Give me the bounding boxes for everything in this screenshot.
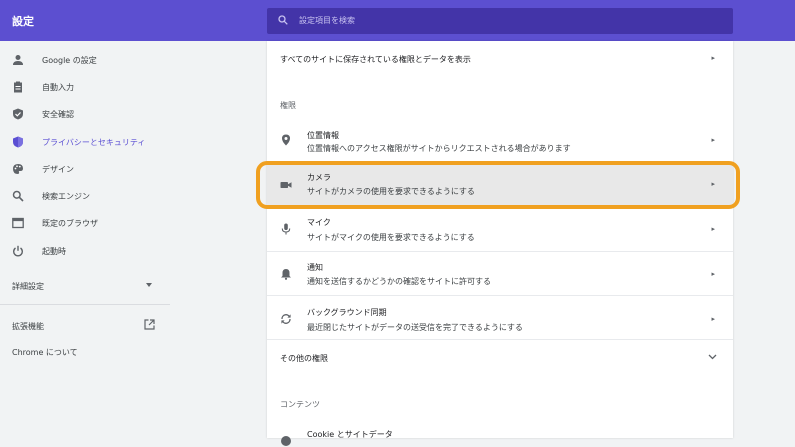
permission-title: 位置情報 xyxy=(307,131,339,140)
sidebar-item-label: プライバシーとセキュリティ xyxy=(42,138,146,147)
sidebar-about-chrome[interactable]: Chrome について xyxy=(12,347,78,358)
permission-title: マイク xyxy=(307,218,331,227)
chevron-down-icon xyxy=(708,354,717,360)
chevron-right-icon: ▸ xyxy=(711,270,715,278)
chevron-right-icon: ▸ xyxy=(711,136,715,144)
sidebar-item-appearance[interactable]: デザイン xyxy=(0,160,170,178)
sidebar-advanced[interactable]: 詳細設定 xyxy=(12,281,44,292)
microphone-icon xyxy=(281,223,291,235)
permission-title: カメラ xyxy=(307,173,331,182)
permission-desc: 最近閉じたサイトがデータの送受信を完了できるようにする xyxy=(307,323,523,332)
sidebar-extensions[interactable]: 拡張機能 xyxy=(12,321,44,332)
chevron-right-icon: ▸ xyxy=(711,54,715,62)
more-permissions-label: その他の権限 xyxy=(280,354,328,363)
camera-icon xyxy=(280,182,292,188)
permission-row-background-sync[interactable]: バックグラウンド同期 最近閉じたサイトがデータの送受信を完了できるようにする ▸ xyxy=(267,297,733,339)
sidebar-item-label: 起動時 xyxy=(42,247,66,256)
top-bar: 設定 設定項目を検索 xyxy=(0,0,795,41)
open-in-new-icon[interactable] xyxy=(144,319,155,330)
permission-desc: 通知を送信するかどうかの確認をサイトに許可する xyxy=(307,277,491,286)
more-permissions-row[interactable]: その他の権限 xyxy=(267,341,733,375)
row-divider xyxy=(267,207,733,208)
sidebar-item-default-browser[interactable]: 既定のブラウザ xyxy=(0,214,170,232)
palette-icon xyxy=(13,164,23,174)
power-icon xyxy=(13,245,23,257)
row-divider xyxy=(267,295,733,296)
location-pin-icon xyxy=(282,134,290,146)
permission-desc: 位置情報へのアクセス権限がサイトからリクエストされる場合があります xyxy=(307,144,571,153)
content-heading: コンテンツ xyxy=(280,400,320,409)
sidebar-item-label: 自動入力 xyxy=(42,83,74,92)
sidebar-item-search-engine[interactable]: 検索エンジン xyxy=(0,187,170,205)
shield-check-icon xyxy=(13,108,23,120)
sync-icon xyxy=(281,314,291,324)
caret-down-icon[interactable] xyxy=(146,283,152,287)
search-placeholder[interactable]: 設定項目を検索 xyxy=(299,15,355,26)
permission-title: バックグラウンド同期 xyxy=(307,308,387,317)
chevron-right-icon: ▸ xyxy=(711,315,715,323)
permission-desc: サイトがカメラの使用を要求できるようにする xyxy=(307,187,475,196)
row-divider xyxy=(267,251,733,252)
settings-card: すべてのサイトに保存されている権限とデータを表示 ▸ 権限 位置情報 位置情報へ… xyxy=(267,41,733,446)
app-title: 設定 xyxy=(12,15,34,28)
chevron-right-icon: ▸ xyxy=(711,225,715,233)
sidebar-item-label: 既定のブラウザ xyxy=(42,219,98,228)
permissions-heading: 権限 xyxy=(280,101,296,110)
permission-title: 通知 xyxy=(307,263,323,272)
cookie-row-title: Cookie とサイトデータ xyxy=(307,430,393,439)
permission-desc: サイトがマイクの使用を要求できるようにする xyxy=(307,233,475,242)
permission-row-microphone[interactable]: マイク サイトがマイクの使用を要求できるようにする ▸ xyxy=(267,209,733,249)
all-sites-row[interactable]: すべてのサイトに保存されている権限とデータを表示 ▸ xyxy=(267,41,733,78)
search-icon xyxy=(12,190,24,202)
person-icon xyxy=(13,55,23,65)
sidebar-item-label: Google の設定 xyxy=(42,56,97,65)
chevron-right-icon: ▸ xyxy=(711,180,715,188)
browser-window-icon xyxy=(12,217,24,229)
sidebar-item-label: 安全確認 xyxy=(42,110,74,119)
clipboard-icon xyxy=(14,81,22,93)
sidebar-item-label: デザイン xyxy=(42,165,74,174)
row-divider xyxy=(267,339,733,340)
bell-icon xyxy=(281,269,291,280)
permission-row-camera[interactable]: カメラ サイトがカメラの使用を要求できるようにする ▸ xyxy=(267,165,733,205)
sidebar-item-google[interactable]: Google の設定 xyxy=(0,51,170,69)
content-row-cookies[interactable]: Cookie とサイトデータ xyxy=(267,425,733,446)
permission-row-location[interactable]: 位置情報 位置情報へのアクセス権限がサイトからリクエストされる場合があります ▸ xyxy=(267,121,733,163)
sidebar-item-autofill[interactable]: 自動入力 xyxy=(0,78,170,96)
sidebar-item-on-startup[interactable]: 起動時 xyxy=(0,242,170,260)
sidebar: Google の設定 自動入力 安全確認 プライバシーとセキュリティ デザイン … xyxy=(0,41,170,438)
sidebar-item-privacy-security[interactable]: プライバシーとセキュリティ xyxy=(0,133,170,151)
cookie-icon xyxy=(281,436,291,446)
sidebar-item-safety-check[interactable]: 安全確認 xyxy=(0,105,170,123)
search-icon xyxy=(278,15,288,25)
shield-icon xyxy=(13,136,23,148)
sidebar-item-label: 検索エンジン xyxy=(42,192,90,201)
search-box[interactable]: 設定項目を検索 xyxy=(267,8,733,34)
row-divider xyxy=(267,163,733,164)
all-sites-label: すべてのサイトに保存されている権限とデータを表示 xyxy=(280,55,471,64)
sidebar-divider xyxy=(0,304,170,305)
permission-row-notifications[interactable]: 通知 通知を送信するかどうかの確認をサイトに許可する ▸ xyxy=(267,253,733,293)
